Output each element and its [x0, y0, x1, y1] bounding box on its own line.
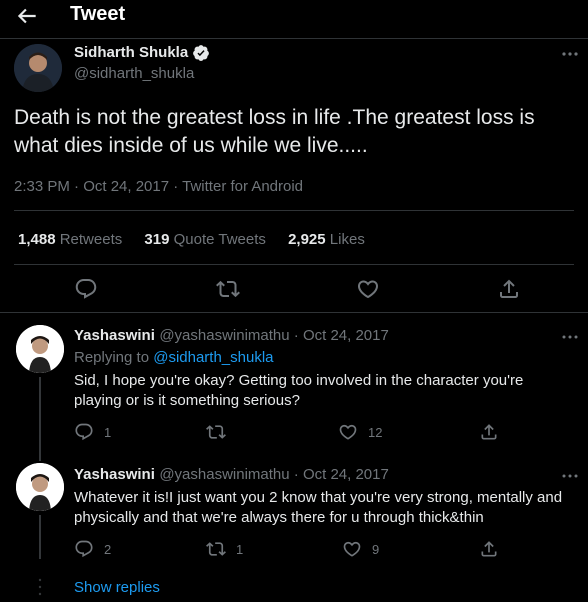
reply-button[interactable]: 1: [74, 422, 111, 442]
like-button[interactable]: 12: [338, 422, 382, 442]
reply-icon: [75, 423, 93, 441]
reply-icon: [75, 279, 97, 299]
reply-count: 1: [104, 424, 112, 440]
author-name[interactable]: Yashaswini: [74, 327, 155, 344]
more-button[interactable]: [560, 468, 580, 484]
thread-dots: [38, 577, 42, 597]
more-icon: [562, 474, 578, 478]
like-count: 12: [368, 424, 383, 440]
like-count: 9: [372, 541, 380, 557]
avatar[interactable]: [14, 44, 62, 92]
back-arrow-icon: [17, 8, 36, 24]
like-icon: [343, 541, 361, 557]
divider: [14, 264, 574, 265]
retweet-icon: [206, 425, 226, 439]
avatar-image: [16, 325, 64, 373]
avatar-image: [16, 463, 64, 511]
verified-badge-icon: [192, 44, 210, 62]
reply-header: Yashaswini @yashaswinimathu · Oct 24, 20…: [74, 466, 389, 484]
reply-icon: [75, 540, 93, 558]
avatar[interactable]: [16, 325, 64, 373]
more-icon: [562, 335, 578, 339]
retweet-button[interactable]: [216, 277, 240, 301]
author-handle: @yashaswinimathu · Oct 24, 2017: [159, 466, 389, 483]
reply-text: Sid, I hope you're okay? Getting too inv…: [74, 372, 524, 409]
more-button[interactable]: [560, 46, 580, 62]
like-button[interactable]: 9: [342, 539, 379, 559]
share-button[interactable]: [479, 539, 499, 559]
retweet-icon: [206, 542, 226, 556]
tweet-stats: 1,488 Retweets 319 Quote Tweets 2,925 Li…: [18, 231, 383, 248]
likes-count: 2,925: [288, 231, 326, 248]
author-handle: @sidharth_shukla: [74, 65, 195, 82]
likes-stat[interactable]: 2,925 Likes: [288, 231, 365, 248]
retweets-count: 1,488: [18, 231, 56, 248]
back-button[interactable]: [14, 3, 40, 29]
divider: [0, 38, 588, 39]
like-button[interactable]: [356, 277, 380, 301]
author-name[interactable]: Yashaswini: [74, 466, 155, 483]
share-button[interactable]: [497, 277, 521, 301]
more-icon: [562, 52, 578, 56]
author-handle: @yashaswinimathu · Oct 24, 2017: [159, 327, 389, 344]
replying-to-label: Replying to: [74, 349, 150, 366]
replying-to: Replying to @sidharth_shukla: [74, 349, 274, 366]
reply-header: Yashaswini @yashaswinimathu · Oct 24, 20…: [74, 327, 389, 345]
reply-button[interactable]: 2: [74, 539, 111, 559]
retweet-button[interactable]: [206, 422, 236, 442]
retweets-stat[interactable]: 1,488 Retweets: [18, 231, 122, 248]
reply-count: 2: [104, 541, 112, 557]
divider: [14, 210, 574, 211]
reply-button[interactable]: [74, 277, 98, 301]
divider: [0, 312, 588, 313]
likes-label: Likes: [329, 231, 365, 248]
like-icon: [357, 280, 379, 299]
quotes-count: 319: [144, 231, 170, 248]
tweet-text: Death is not the greatest loss in life .…: [14, 106, 535, 157]
page-title: Tweet: [70, 3, 126, 25]
like-icon: [339, 424, 357, 440]
share-icon: [481, 541, 497, 557]
retweet-count: 1: [236, 541, 244, 557]
thread-line: [39, 377, 41, 461]
quotes-stat[interactable]: 319 Quote Tweets: [144, 231, 265, 248]
show-replies-link[interactable]: Show replies: [74, 579, 160, 596]
tweet-timestamp[interactable]: 2:33 PM · Oct 24, 2017 · Twitter for And…: [14, 178, 303, 195]
retweet-button[interactable]: 1: [206, 539, 243, 559]
more-button[interactable]: [560, 329, 580, 345]
thread-line: [39, 515, 41, 559]
retweet-icon: [216, 280, 240, 298]
share-icon: [481, 424, 497, 440]
avatar-image: [14, 44, 62, 92]
retweets-label: Retweets: [59, 231, 123, 248]
share-icon: [500, 279, 518, 298]
replying-to-link[interactable]: @sidharth_shukla: [153, 349, 273, 366]
reply-text: Whatever it is!I just want you 2 know th…: [74, 489, 563, 526]
author-name[interactable]: Sidharth Shukla: [74, 44, 188, 61]
share-button[interactable]: [479, 422, 499, 442]
avatar[interactable]: [16, 463, 64, 511]
quotes-label: Quote Tweets: [173, 231, 266, 248]
